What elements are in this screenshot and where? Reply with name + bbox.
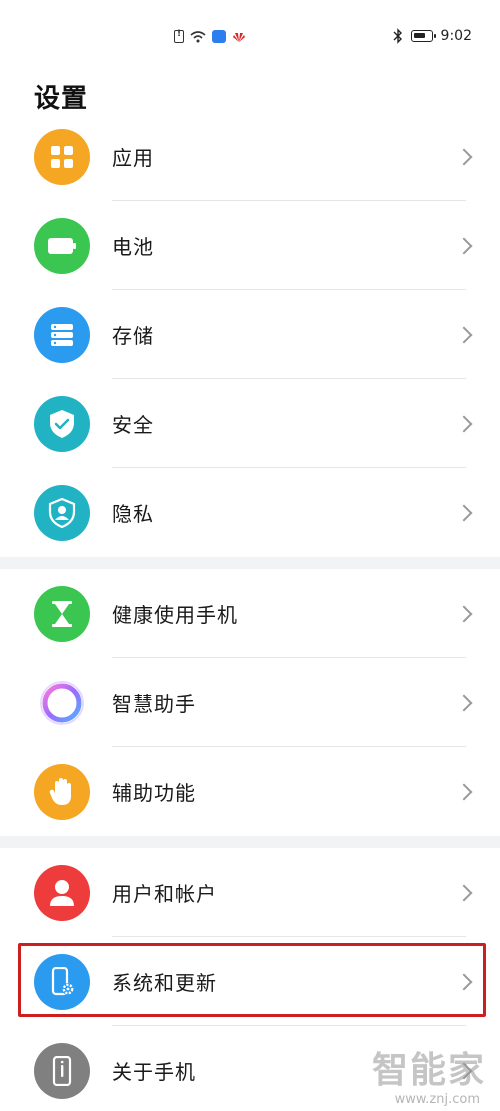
settings-item-system-update[interactable]: 系统和更新 xyxy=(0,937,500,1026)
settings-item-label: 健康使用手机 xyxy=(112,603,238,627)
battery-icon xyxy=(34,217,90,274)
sim-alert-icon xyxy=(174,29,184,43)
chevron-right-icon xyxy=(455,148,473,165)
settings-item-users-accounts[interactable]: 用户和帐户 xyxy=(0,848,500,937)
about-phone-icon xyxy=(34,1042,90,1099)
settings-item-label: 隐私 xyxy=(112,502,154,526)
settings-item-label: 辅助功能 xyxy=(112,781,196,805)
security-shield-icon xyxy=(34,395,90,452)
settings-item-label: 存储 xyxy=(112,324,154,348)
wifi-icon xyxy=(190,30,206,42)
huawei-logo-icon xyxy=(233,32,245,42)
settings-item-storage[interactable]: 存储 xyxy=(0,290,500,379)
cloud-app-icon xyxy=(212,30,226,43)
accessibility-hand-icon xyxy=(34,763,90,820)
watermark-logo: 智能家 xyxy=(371,1050,486,1091)
settings-item-security[interactable]: 安全 xyxy=(0,379,500,468)
settings-item-smart-assistant[interactable]: 智慧助手 xyxy=(0,658,500,747)
settings-item-label: 安全 xyxy=(112,413,154,437)
battery-icon xyxy=(410,30,436,42)
settings-item-privacy[interactable]: 隐私 xyxy=(0,468,500,557)
settings-item-label: 用户和帐户 xyxy=(112,882,217,906)
watermark-url: www.znj.com xyxy=(394,1092,480,1107)
settings-item-apps[interactable]: 应用 xyxy=(0,112,500,201)
storage-icon xyxy=(34,306,90,363)
settings-item-label: 关于手机 xyxy=(112,1060,196,1084)
section-gap xyxy=(0,557,500,569)
hourglass-icon xyxy=(34,585,90,642)
apps-grid-icon xyxy=(34,128,90,185)
status-icons-right: 9:02 xyxy=(393,28,472,44)
smart-assistant-icon xyxy=(34,674,90,731)
chevron-right-icon xyxy=(455,783,473,800)
bluetooth-icon xyxy=(393,28,402,44)
chevron-right-icon xyxy=(455,605,473,622)
settings-item-label: 智慧助手 xyxy=(112,692,196,716)
chevron-right-icon xyxy=(455,415,473,432)
section-gap xyxy=(0,836,500,848)
status-bar: 9:02 xyxy=(0,0,500,72)
settings-item-accessibility[interactable]: 辅助功能 xyxy=(0,747,500,836)
user-icon xyxy=(34,864,90,921)
system-update-icon xyxy=(34,953,90,1010)
chevron-right-icon xyxy=(455,504,473,521)
status-icons-center xyxy=(174,29,246,43)
settings-group-1: 应用 电池 存储 安全 隐私 健康使用手机 智慧助手 辅助功能 用户和帐户 系统… xyxy=(0,112,500,1111)
settings-item-label: 应用 xyxy=(112,146,154,170)
settings-item-label: 电池 xyxy=(112,235,154,259)
settings-item-battery[interactable]: 电池 xyxy=(0,201,500,290)
privacy-icon xyxy=(34,484,90,541)
settings-item-label: 系统和更新 xyxy=(112,971,217,995)
chevron-right-icon xyxy=(455,694,473,711)
page-title: 设置 xyxy=(34,84,89,114)
chevron-right-icon xyxy=(455,237,473,254)
chevron-right-icon xyxy=(455,326,473,343)
clock: 9:02 xyxy=(440,28,472,44)
settings-item-digital-balance[interactable]: 健康使用手机 xyxy=(0,569,500,658)
chevron-right-icon xyxy=(455,973,473,990)
chevron-right-icon xyxy=(455,884,473,901)
